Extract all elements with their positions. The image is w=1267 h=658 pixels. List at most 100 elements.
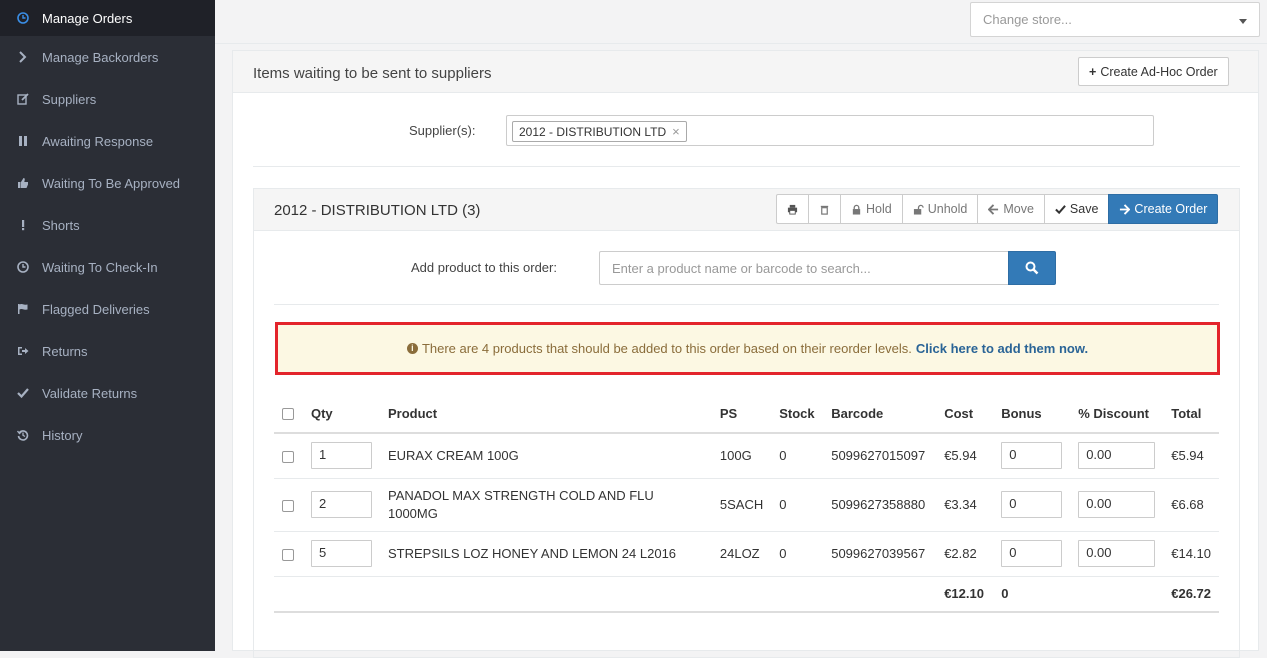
create-adhoc-order-label: Create Ad-Hoc Order	[1100, 64, 1218, 79]
panel-header: Items waiting to be sent to suppliers + …	[233, 51, 1258, 93]
column-header-qty: Qty	[302, 394, 380, 434]
plus-icon: +	[1089, 64, 1097, 79]
create-order-button[interactable]: Create Order	[1108, 194, 1219, 224]
sign-out-icon	[17, 345, 29, 357]
top-bar: Change store...	[215, 0, 1267, 44]
product-link[interactable]: EURAX CREAM 100G	[379, 433, 712, 479]
supplier-tag: 2012 - DISTRIBUTION LTD ×	[512, 121, 687, 142]
bonus-input[interactable]: 0	[1001, 442, 1063, 470]
cost-cell: €5.94	[936, 433, 994, 479]
bonus-input[interactable]: 0	[1001, 491, 1063, 518]
sidebar-item-manage-orders[interactable]: Manage Orders	[0, 0, 215, 36]
row-checkbox[interactable]	[282, 499, 294, 512]
hold-button[interactable]: Hold	[840, 194, 903, 224]
add-product-row: Add product to this order: Enter a produ…	[254, 251, 1239, 285]
save-label: Save	[1069, 202, 1099, 216]
supplier-tag-label: 2012 - DISTRIBUTION LTD	[519, 124, 667, 139]
grand-total-cell: €26.72	[1163, 576, 1219, 613]
sidebar-item-label: Returns	[42, 343, 88, 359]
sidebar: Manage Orders Manage Backorders Supplier…	[0, 0, 215, 651]
clock-icon	[17, 12, 29, 24]
flag-icon	[17, 303, 29, 315]
row-checkbox[interactable]	[282, 450, 294, 463]
add-reorder-products-link[interactable]: Click here to add them now.	[916, 341, 1088, 356]
sidebar-item-label: Manage Backorders	[42, 49, 159, 65]
discount-input[interactable]: 0.00	[1078, 491, 1156, 518]
reorder-alert: i There are 4 products that should be ad…	[275, 322, 1220, 375]
row-select-cell	[274, 478, 303, 532]
row-select-cell	[274, 433, 303, 479]
product-link[interactable]: STREPSILS LOZ HONEY AND LEMON 24 L2016	[379, 531, 712, 577]
unlock-icon	[913, 204, 924, 215]
table-row: 5 STREPSILS LOZ HONEY AND LEMON 24 L2016…	[274, 531, 1219, 577]
store-select-placeholder: Change store...	[983, 12, 1072, 27]
total-cell: €6.68	[1163, 478, 1219, 532]
sidebar-item-label: Waiting To Be Approved	[42, 175, 181, 191]
arrow-left-icon	[988, 203, 999, 215]
total-bonus-cell: 0	[993, 576, 1071, 613]
unhold-button[interactable]: Unhold	[901, 194, 979, 224]
move-button[interactable]: Move	[977, 194, 1045, 224]
add-product-label: Add product to this order:	[411, 260, 557, 275]
sidebar-item-label: Shorts	[42, 217, 80, 233]
total-cell: €14.10	[1163, 531, 1219, 577]
column-header-total: Total	[1163, 394, 1219, 434]
barcode-cell: 5099627039567	[823, 531, 937, 577]
sidebar-item-awaiting-response[interactable]: Awaiting Response	[0, 120, 215, 162]
total-cell: €5.94	[1163, 433, 1219, 479]
discount-input[interactable]: 0.00	[1078, 442, 1156, 470]
unhold-label: Unhold	[927, 202, 968, 216]
exclamation-icon	[17, 219, 29, 231]
qty-input[interactable]: 1	[310, 442, 372, 470]
discount-cell: 0.00	[1070, 433, 1164, 479]
sidebar-item-flagged-deliveries[interactable]: Flagged Deliveries	[0, 288, 215, 330]
divider	[274, 304, 1219, 305]
sidebar-item-label: History	[42, 427, 83, 443]
column-header-product: Product	[379, 394, 712, 434]
bonus-cell: 0	[993, 433, 1071, 479]
column-header-ps: PS	[711, 394, 772, 434]
history-icon	[17, 429, 29, 441]
totals-blank	[1070, 576, 1164, 613]
create-adhoc-order-button[interactable]: + Create Ad-Hoc Order	[1078, 57, 1229, 86]
cost-cell: €3.34	[936, 478, 994, 532]
save-button[interactable]: Save	[1043, 194, 1110, 224]
qty-input[interactable]: 2	[310, 491, 372, 518]
sidebar-item-waiting-to-check-in[interactable]: Waiting To Check-In	[0, 246, 215, 288]
sidebar-item-validate-returns[interactable]: Validate Returns	[0, 372, 215, 414]
supplier-filter-row: Supplier(s): 2012 - DISTRIBUTION LTD ×	[233, 115, 1258, 147]
select-all-cell	[274, 394, 303, 434]
sidebar-item-history[interactable]: History	[0, 414, 215, 456]
stock-cell: 0	[771, 531, 824, 577]
column-header-bonus: Bonus	[993, 394, 1071, 434]
search-button[interactable]	[1008, 251, 1056, 285]
column-header-cost: Cost	[936, 394, 994, 434]
bonus-input[interactable]: 0	[1001, 540, 1063, 567]
supplier-multiselect[interactable]: 2012 - DISTRIBUTION LTD ×	[506, 115, 1154, 146]
sidebar-item-label: Suppliers	[42, 91, 97, 107]
sidebar-item-suppliers[interactable]: Suppliers	[0, 78, 215, 120]
close-icon[interactable]: ×	[672, 124, 680, 139]
sidebar-item-shorts[interactable]: Shorts	[0, 204, 215, 246]
product-link[interactable]: PANADOL MAX STRENGTH COLD AND FLU 1000MG	[379, 478, 712, 532]
panel-title: Items waiting to be sent to suppliers	[253, 65, 492, 82]
order-title: 2012 - DISTRIBUTION LTD (3)	[274, 202, 481, 219]
sidebar-item-returns[interactable]: Returns	[0, 330, 215, 372]
row-checkbox[interactable]	[282, 548, 294, 561]
print-button[interactable]	[776, 194, 809, 224]
table-row: 2 PANADOL MAX STRENGTH COLD AND FLU 1000…	[274, 478, 1219, 532]
store-select[interactable]: Change store...	[970, 2, 1260, 37]
arrow-right-icon	[1120, 203, 1131, 215]
delete-button[interactable]	[808, 194, 841, 224]
sidebar-item-waiting-to-be-approved[interactable]: Waiting To Be Approved	[0, 162, 215, 204]
discount-input[interactable]: 0.00	[1078, 540, 1156, 567]
supplier-label: Supplier(s):	[409, 123, 476, 138]
move-label: Move	[1003, 202, 1034, 216]
check-icon	[17, 387, 29, 399]
alert-text: There are 4 products that should be adde…	[421, 341, 912, 356]
sidebar-item-label: Manage Orders	[42, 10, 133, 26]
select-all-checkbox[interactable]	[282, 408, 294, 421]
product-search-input[interactable]: Enter a product name or barcode to searc…	[599, 251, 1009, 285]
sidebar-item-manage-backorders[interactable]: Manage Backorders	[0, 36, 215, 78]
qty-input[interactable]: 5	[310, 540, 372, 567]
